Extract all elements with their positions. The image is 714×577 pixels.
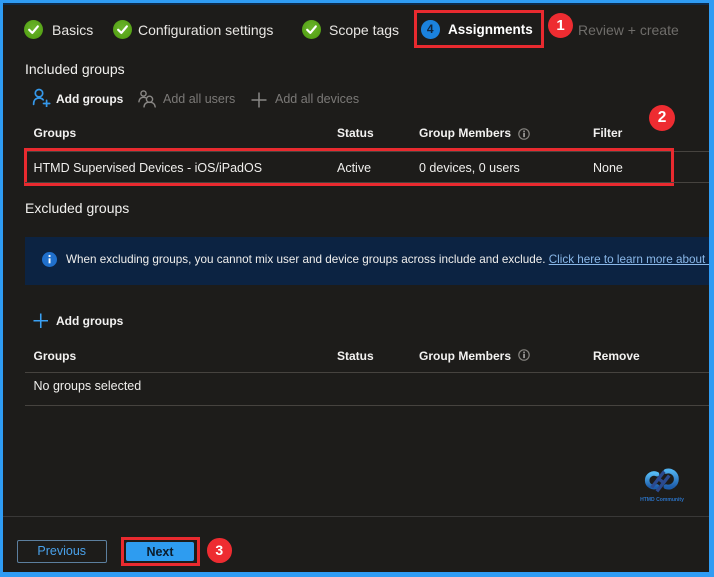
- svg-text:HTMD Community: HTMD Community: [640, 497, 684, 503]
